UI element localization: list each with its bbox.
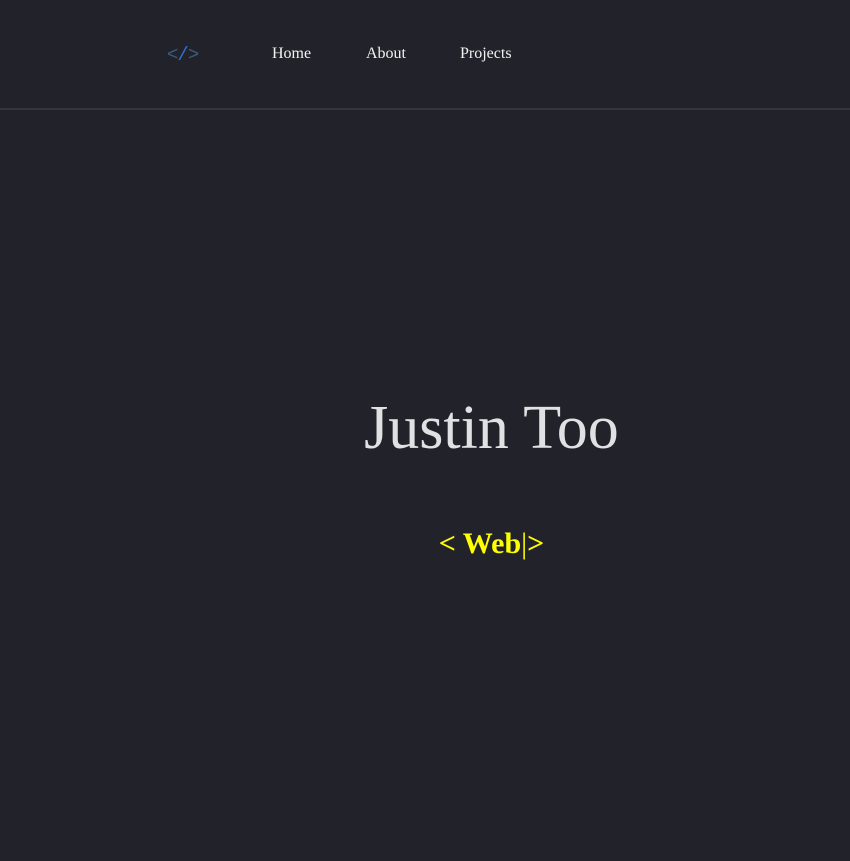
nav-link-about[interactable]: About bbox=[366, 44, 406, 64]
code-icon[interactable]: < / > bbox=[167, 43, 199, 67]
hero-name: Justin Too bbox=[364, 394, 619, 462]
role-prefix: < bbox=[438, 527, 463, 560]
nav-link-home[interactable]: Home bbox=[272, 44, 311, 64]
logo-close-bracket: > bbox=[187, 44, 199, 66]
role-suffix: > bbox=[527, 527, 545, 560]
hero-role-typewriter: < Web|> bbox=[0, 526, 850, 562]
role-word: Web bbox=[462, 527, 522, 560]
logo-slash: / bbox=[177, 44, 188, 66]
navbar: < / > Home About Projects bbox=[0, 0, 850, 110]
nav-link-projects[interactable]: Projects bbox=[460, 44, 512, 64]
logo-open-bracket: < bbox=[167, 44, 178, 66]
